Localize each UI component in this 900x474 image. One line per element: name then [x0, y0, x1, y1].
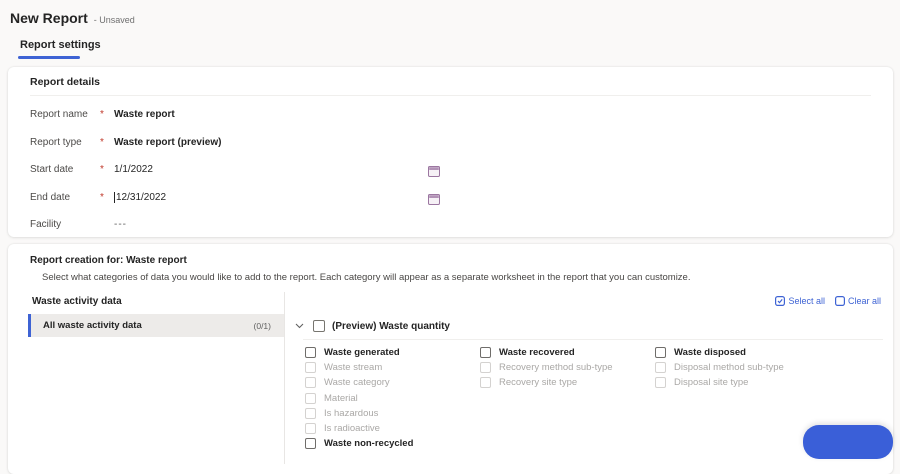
checkbox-item-material: Material — [305, 391, 480, 406]
checkbox-item-waste-stream: Waste stream — [305, 360, 480, 375]
checkbox — [655, 377, 666, 389]
page-header: New Report - Unsaved Report settings — [0, 0, 900, 59]
checkbox — [305, 423, 316, 435]
page-title: New Report — [10, 10, 88, 26]
divider — [303, 339, 883, 340]
checkbox[interactable] — [480, 347, 491, 359]
checkbox-item-is-radioactive: Is radioactive — [305, 421, 480, 436]
checkbox-column-disposed: Waste disposed Disposal method sub-type … — [655, 345, 784, 451]
waste-quantity-label: (Preview) Waste quantity — [332, 320, 450, 332]
chevron-down-icon[interactable] — [293, 321, 306, 331]
required-asterisk: * — [100, 136, 104, 148]
checkbox — [305, 407, 316, 419]
checkbox — [655, 362, 666, 374]
checkbox-item-waste-category: Waste category — [305, 375, 480, 390]
field-report-type: Report type * Waste report (preview) — [30, 129, 871, 157]
waste-quantity-checkbox[interactable] — [313, 320, 325, 332]
required-asterisk: * — [100, 191, 104, 203]
required-asterisk: * — [100, 164, 104, 176]
required-asterisk: * — [100, 109, 104, 121]
report-type-input[interactable]: Waste report (preview) — [114, 137, 221, 148]
select-all-button[interactable]: Select all — [775, 296, 825, 306]
checkbox-column-recovered: Waste recovered Recovery method sub-type… — [480, 345, 655, 451]
checkbox — [305, 392, 316, 404]
report-creation-card: Report creation for: Waste report Select… — [8, 244, 893, 474]
tab-report-settings[interactable]: Report settings — [18, 39, 103, 56]
select-all-icon — [775, 296, 786, 306]
report-name-input[interactable]: Waste report — [114, 109, 175, 120]
checkbox-item-waste-disposed[interactable]: Waste disposed — [655, 345, 784, 360]
facility-input[interactable]: --- — [114, 219, 127, 230]
active-tab-indicator — [18, 56, 80, 59]
report-creation-description: Select what categories of data you would… — [42, 272, 691, 283]
create-button[interactable] — [803, 425, 893, 459]
field-label: Report type — [30, 136, 82, 148]
checkbox-column-generated: Waste generated Waste stream Waste categ… — [305, 345, 480, 451]
report-details-title: Report details — [30, 76, 101, 88]
report-details-card: Report details Report name * Waste repor… — [8, 67, 893, 237]
checkbox-item-recovery-site-type: Recovery site type — [480, 375, 655, 390]
checkbox-item-waste-generated[interactable]: Waste generated — [305, 345, 480, 360]
checkbox-item-is-hazardous: Is hazardous — [305, 406, 480, 421]
category-item-label: All waste activity data — [43, 320, 142, 331]
checkbox-item-waste-recovered[interactable]: Waste recovered — [480, 345, 655, 360]
text-cursor — [114, 191, 115, 203]
checkbox[interactable] — [305, 347, 316, 359]
report-creation-title: Report creation for: Waste report — [30, 255, 187, 266]
category-panel-header: Waste activity data — [32, 296, 122, 307]
field-label: Start date — [30, 164, 74, 176]
checkbox[interactable] — [305, 438, 316, 450]
field-label: End date — [30, 191, 71, 203]
checkbox-item-disposal-method-sub-type: Disposal method sub-type — [655, 360, 784, 375]
divider — [30, 95, 871, 96]
category-item-all-waste-activity-data[interactable]: All waste activity data (0/1) — [28, 314, 284, 337]
field-report-name: Report name * Waste report — [30, 101, 871, 129]
end-date-input[interactable]: 12/31/2022 — [114, 191, 166, 203]
calendar-icon[interactable] — [428, 164, 440, 182]
checkbox-item-recovery-method-sub-type: Recovery method sub-type — [480, 360, 655, 375]
unsaved-badge: - Unsaved — [93, 15, 135, 25]
field-end-date: End date * 12/31/2022 — [30, 184, 871, 212]
category-item-count: (0/1) — [253, 320, 271, 331]
field-start-date: Start date * 1/1/2022 — [30, 156, 871, 184]
clear-all-icon — [834, 296, 845, 306]
worksheet-panel: Select all Clear all (Preview) Waste qua… — [284, 292, 893, 464]
checkbox — [305, 377, 316, 389]
tab-bar: Report settings — [18, 35, 103, 59]
clear-all-button[interactable]: Clear all — [834, 296, 881, 306]
checkbox-item-waste-non-recycled[interactable]: Waste non-recycled — [305, 436, 480, 451]
field-facility: Facility --- — [30, 211, 871, 239]
checkbox — [480, 377, 491, 389]
checkbox-item-disposal-site-type: Disposal site type — [655, 375, 784, 390]
checkbox — [305, 362, 316, 374]
field-label: Facility — [30, 219, 62, 231]
field-label: Report name — [30, 109, 88, 121]
start-date-input[interactable]: 1/1/2022 — [114, 164, 153, 175]
calendar-icon[interactable] — [428, 192, 440, 210]
checkbox — [480, 362, 491, 374]
checkbox[interactable] — [655, 347, 666, 359]
category-panel: Waste activity data All waste activity d… — [28, 292, 284, 464]
